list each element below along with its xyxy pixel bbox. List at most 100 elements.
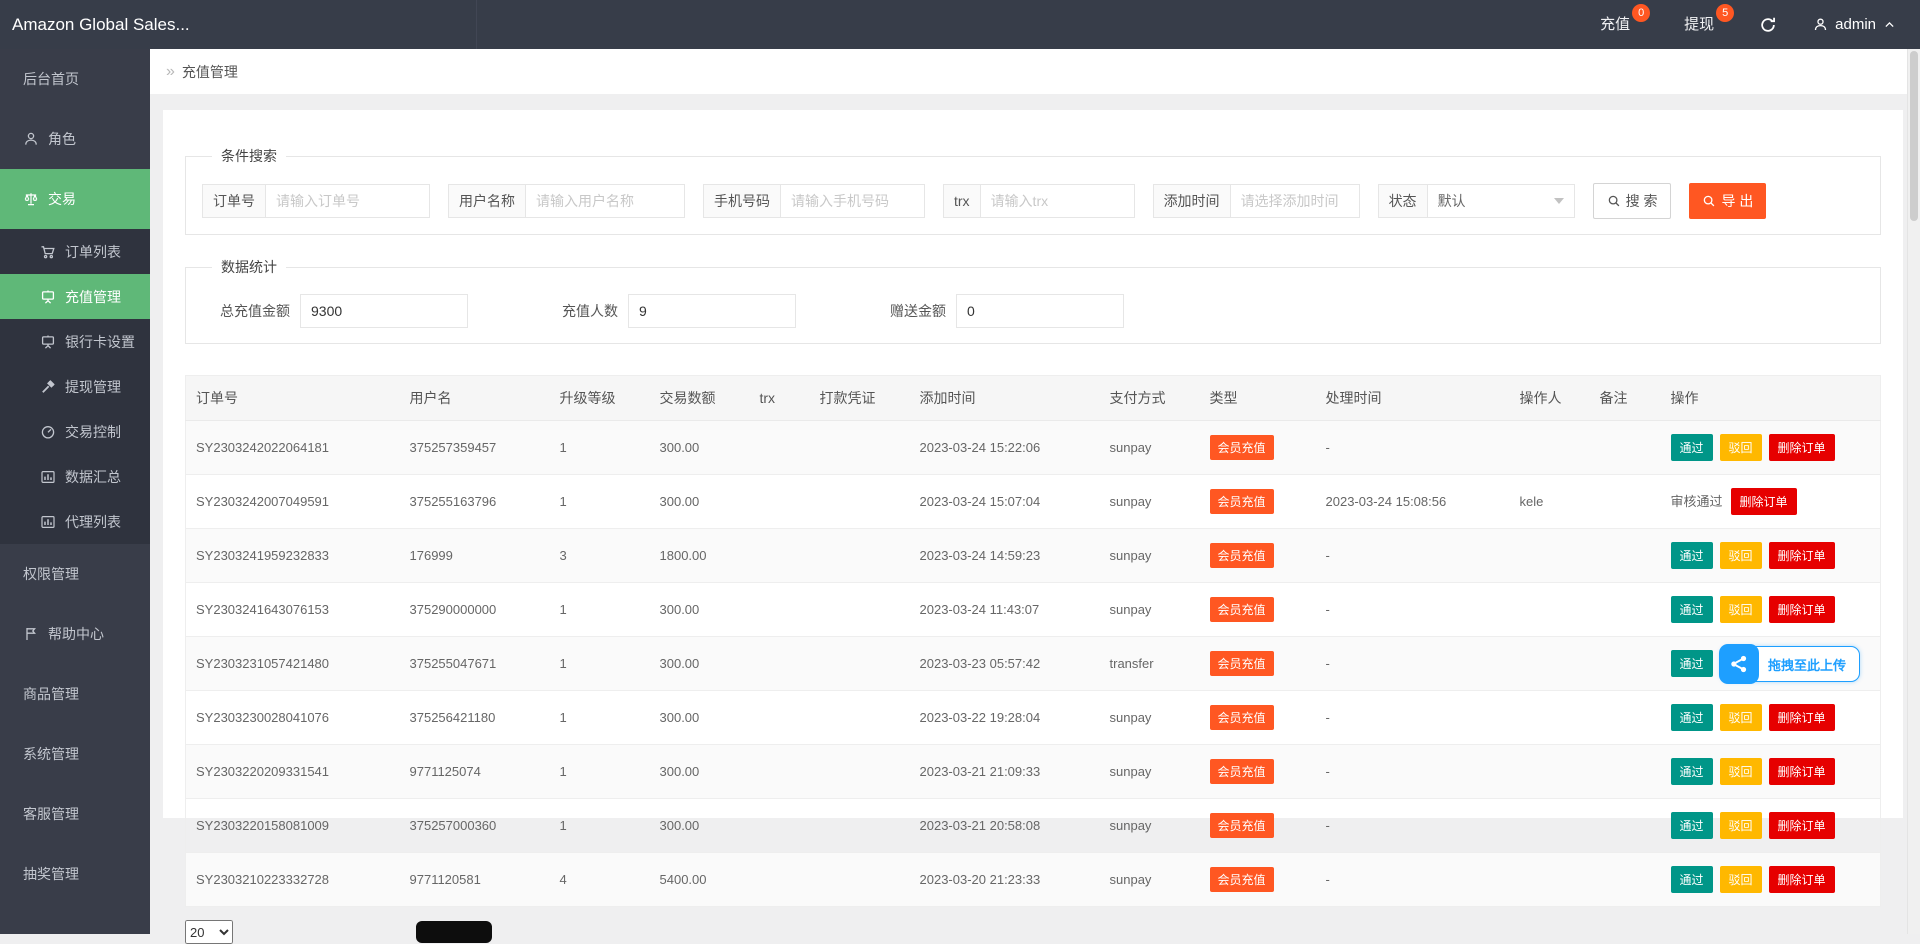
reject-order-button[interactable]: 驳回 <box>1720 758 1762 785</box>
cell-actions: 通过驳回删除订单 <box>1661 853 1881 907</box>
refresh-icon[interactable] <box>1741 0 1795 49</box>
cell-username: 176999 <box>400 529 550 583</box>
delete-order-button[interactable]: 删除订单 <box>1769 812 1835 839</box>
column-header-actions: 操作 <box>1661 376 1881 421</box>
scales-icon <box>23 191 39 207</box>
gavel-icon <box>40 379 56 395</box>
header-nav-withdraw[interactable]: 提现 5 <box>1657 0 1741 49</box>
sidebar-item-home[interactable]: 后台首页 <box>0 49 150 109</box>
filter-input-user-name[interactable] <box>525 184 685 218</box>
sidebar-item-data-summary[interactable]: 数据汇总 <box>0 454 150 499</box>
filter-label-user-name: 用户名称 <box>448 184 525 218</box>
export-button[interactable]: 导 出 <box>1689 183 1766 219</box>
cell-username: 375257000360 <box>400 799 550 853</box>
approve-order-button[interactable]: 通过 <box>1671 812 1713 839</box>
user-menu[interactable]: admin <box>1795 0 1920 49</box>
delete-order-button[interactable]: 删除订单 <box>1769 758 1835 785</box>
stats-fieldset: 数据统计 总充值金额充值人数赠送金额 <box>185 257 1881 344</box>
cell-operator <box>1510 583 1590 637</box>
sidebar-item-agent-list[interactable]: 代理列表 <box>0 499 150 544</box>
filter-input-order-no[interactable] <box>265 184 430 218</box>
reject-order-button[interactable]: 驳回 <box>1720 704 1762 731</box>
cell-added-at: 2023-03-21 21:09:33 <box>910 745 1100 799</box>
board-icon <box>40 289 56 305</box>
cell-remark <box>1590 637 1661 691</box>
cell-actions: 通过驳回删除订单 <box>1661 529 1881 583</box>
sidebar-item-label: 银行卡设置 <box>65 332 135 352</box>
stat-value-gift-amount[interactable] <box>956 294 1124 328</box>
sidebar-item-goods-manage[interactable]: 商品管理 <box>0 664 150 724</box>
cell-type: 会员充值 <box>1200 421 1316 475</box>
approve-order-button[interactable]: 通过 <box>1671 596 1713 623</box>
stat-value-total-recharge[interactable] <box>300 294 468 328</box>
approve-order-button[interactable]: 通过 <box>1671 650 1713 677</box>
filter-input-phone[interactable] <box>780 184 925 218</box>
cell-type: 会员充值 <box>1200 583 1316 637</box>
sidebar-item-system-manage[interactable]: 系统管理 <box>0 724 150 784</box>
sidebar-item-lottery-manage[interactable]: 抽奖管理 <box>0 844 150 904</box>
approve-order-button[interactable]: 通过 <box>1671 866 1713 893</box>
cell-operator <box>1510 529 1590 583</box>
table-row: SY2303210223332728977112058145400.002023… <box>186 853 1881 907</box>
sidebar-item-label: 数据汇总 <box>65 467 121 487</box>
reject-order-button[interactable]: 驳回 <box>1720 596 1762 623</box>
cell-pay-method: sunpay <box>1100 799 1200 853</box>
delete-order-button[interactable]: 删除订单 <box>1769 866 1835 893</box>
filter-input-add-time[interactable] <box>1230 184 1360 218</box>
delete-order-button[interactable]: 删除订单 <box>1769 704 1835 731</box>
cell-voucher <box>810 421 910 475</box>
delete-order-button[interactable]: 删除订单 <box>1769 596 1835 623</box>
vertical-scrollbar[interactable] <box>1907 49 1920 934</box>
scrollbar-thumb[interactable] <box>1910 51 1918 221</box>
approve-order-button[interactable]: 通过 <box>1671 704 1713 731</box>
sidebar-item-permission-manage[interactable]: 权限管理 <box>0 544 150 604</box>
cell-level: 1 <box>550 799 650 853</box>
sidebar-item-roles[interactable]: 角色 <box>0 109 150 169</box>
export-search-icon <box>1702 194 1716 208</box>
main-content: » 充值管理 条件搜索 订单号用户名称手机号码trx添加时间状态默认搜 索导 出… <box>150 49 1920 934</box>
cell-order-no: SY2303220158081009 <box>186 799 400 853</box>
approve-order-button[interactable]: 通过 <box>1671 542 1713 569</box>
cell-pay-method: sunpay <box>1100 853 1200 907</box>
delete-order-button[interactable]: 删除订单 <box>1769 434 1835 461</box>
cell-added-at: 2023-03-24 14:59:23 <box>910 529 1100 583</box>
cell-level: 3 <box>550 529 650 583</box>
sidebar-item-order-list[interactable]: 订单列表 <box>0 229 150 274</box>
cell-username: 375290000000 <box>400 583 550 637</box>
search-button[interactable]: 搜 索 <box>1593 183 1672 219</box>
page-size-select[interactable]: 20 <box>185 920 233 944</box>
stat-value-recharge-count[interactable] <box>628 294 796 328</box>
sidebar-item-trade-control[interactable]: 交易控制 <box>0 409 150 454</box>
sidebar-item-service-manage[interactable]: 客服管理 <box>0 784 150 844</box>
sidebar-item-label: 角色 <box>48 129 76 149</box>
header-nav-recharge[interactable]: 充值 0 <box>1573 0 1657 49</box>
sidebar-item-withdraw-manage[interactable]: 提现管理 <box>0 364 150 409</box>
cell-voucher <box>810 637 910 691</box>
reject-order-button[interactable]: 驳回 <box>1720 812 1762 839</box>
filter-select-status[interactable]: 默认 <box>1427 184 1575 218</box>
cell-pay-method: sunpay <box>1100 691 1200 745</box>
reject-order-button[interactable]: 驳回 <box>1720 542 1762 569</box>
drag-upload-tooltip[interactable]: 拖拽至此上传 <box>1720 646 1860 682</box>
filter-label-status: 状态 <box>1378 184 1427 218</box>
reject-order-button[interactable]: 驳回 <box>1720 434 1762 461</box>
sidebar-item-bankcard-settings[interactable]: 银行卡设置 <box>0 319 150 364</box>
cell-amount: 300.00 <box>650 475 750 529</box>
column-header-remark: 备注 <box>1590 376 1661 421</box>
cell-processed-at: - <box>1316 637 1510 691</box>
approve-order-button[interactable]: 通过 <box>1671 434 1713 461</box>
cell-operator: kele <box>1510 475 1590 529</box>
sidebar-item-recharge-manage[interactable]: 充值管理 <box>0 274 150 319</box>
type-badge: 会员充值 <box>1210 705 1274 730</box>
sidebar-item-help-center[interactable]: 帮助中心 <box>0 604 150 664</box>
approve-order-button[interactable]: 通过 <box>1671 758 1713 785</box>
sidebar-item-trade[interactable]: 交易 <box>0 169 150 229</box>
delete-order-button[interactable]: 删除订单 <box>1769 542 1835 569</box>
cell-remark <box>1590 475 1661 529</box>
delete-order-button[interactable]: 删除订单 <box>1731 488 1797 515</box>
filter-input-trx[interactable] <box>980 184 1135 218</box>
reject-order-button[interactable]: 驳回 <box>1720 866 1762 893</box>
cell-amount: 300.00 <box>650 799 750 853</box>
content-card: 条件搜索 订单号用户名称手机号码trx添加时间状态默认搜 索导 出 数据统计 总… <box>163 110 1903 818</box>
stat-label-recharge-count: 充值人数 <box>530 301 618 321</box>
